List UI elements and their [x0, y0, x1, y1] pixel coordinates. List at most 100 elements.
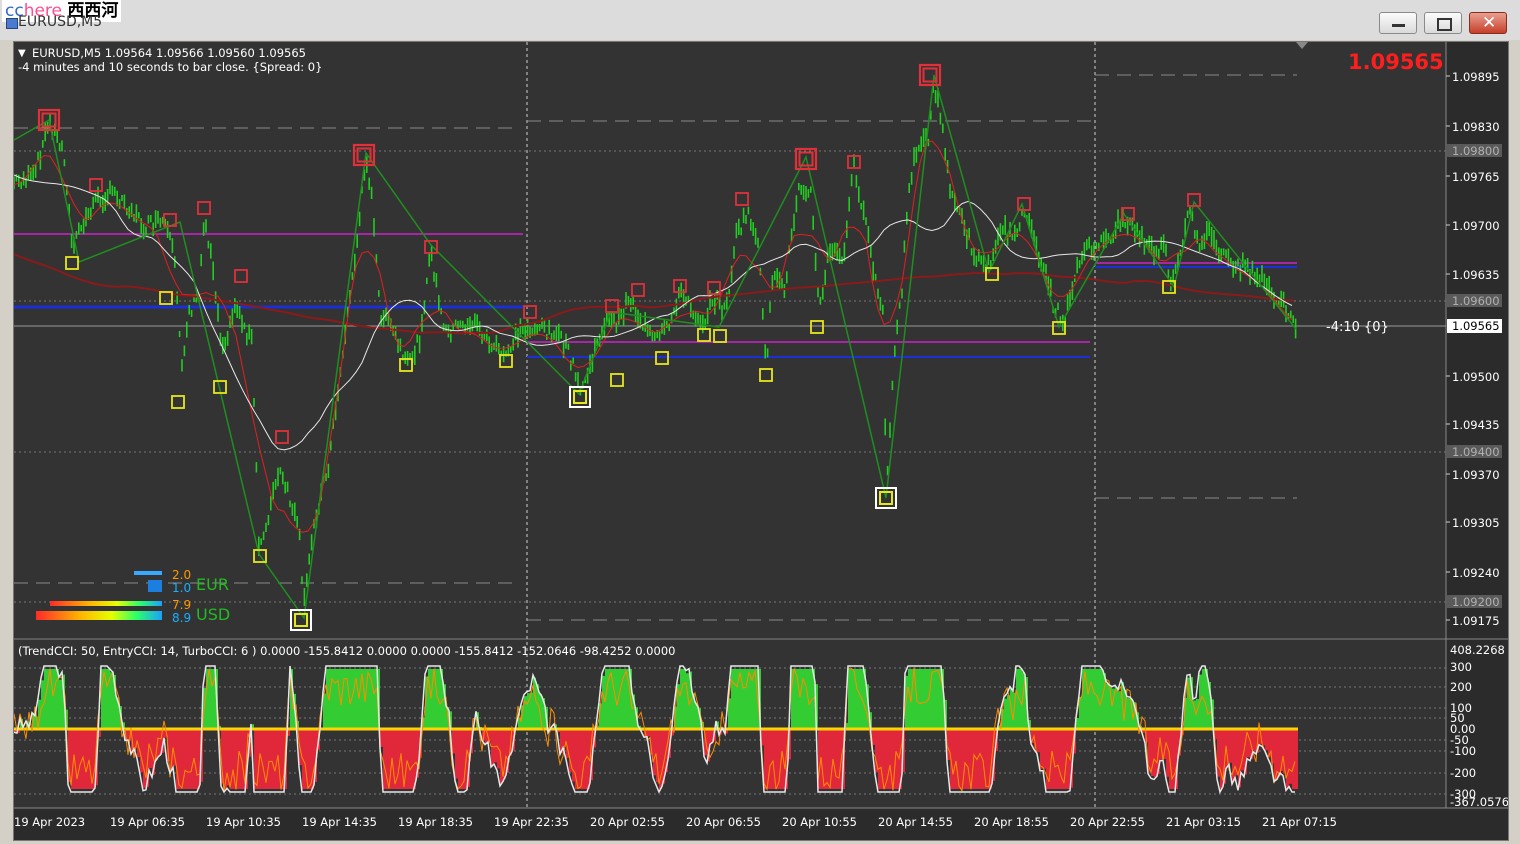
cci-bar	[335, 669, 338, 729]
cci-bar	[1106, 683, 1109, 729]
cci-bar	[809, 669, 812, 729]
time-tick: 19 Apr 18:35	[398, 815, 473, 829]
cci-bar	[371, 669, 374, 729]
time-tick: 19 Apr 10:35	[206, 815, 281, 829]
cci-bar	[188, 729, 191, 789]
cci-bar	[1172, 729, 1175, 789]
chart-frame: ▼ EURUSD,M5 1.09564 1.09566 1.09560 1.09…	[13, 41, 1509, 841]
eur-label: EUR	[196, 575, 229, 594]
cci-bar	[1088, 669, 1091, 729]
cci-bar	[734, 669, 737, 729]
cci-bar	[776, 729, 779, 789]
time-tick: 19 Apr 22:35	[494, 815, 569, 829]
cci-bar	[917, 669, 920, 729]
cci-bar	[86, 729, 89, 789]
time-tick: 19 Apr 06:35	[110, 815, 185, 829]
cci-bar	[53, 669, 56, 729]
cci-bar	[383, 729, 386, 789]
price-tick: 1.09370	[1452, 468, 1500, 482]
cci-bar	[986, 729, 989, 789]
cci-bar	[344, 669, 347, 729]
cci-bar	[1055, 729, 1058, 789]
close-button[interactable]: ✕	[1469, 12, 1507, 34]
time-tick: 20 Apr 10:55	[782, 815, 857, 829]
price-tick: 1.09175	[1452, 614, 1500, 628]
cci-bar	[110, 672, 113, 729]
cci-bar	[935, 669, 938, 729]
cci-bar	[743, 669, 746, 729]
cci-bar	[1118, 691, 1121, 729]
main-chart-pane[interactable]	[14, 42, 1446, 638]
cci-bar	[803, 669, 806, 729]
cci-bar	[770, 729, 773, 789]
cci-bar	[683, 669, 686, 729]
price-tick: 1.09240	[1452, 566, 1500, 580]
cci-bar	[1004, 698, 1007, 729]
close-icon: ✕	[1482, 13, 1497, 33]
minimize-button[interactable]	[1379, 12, 1417, 34]
cci-bar	[158, 729, 161, 756]
indicator-tick: 408.2268	[1450, 643, 1505, 657]
cci-bar	[824, 729, 827, 789]
cci-bar	[1115, 687, 1118, 729]
price-tick: 1.09635	[1452, 268, 1500, 282]
cci-bar	[1091, 669, 1094, 729]
cci-bar	[1295, 729, 1298, 789]
cci-bar	[1037, 729, 1040, 753]
time-tick: 19 Apr 14:35	[302, 815, 377, 829]
cci-bar	[1265, 729, 1268, 751]
cci-bar	[731, 669, 734, 729]
cci-bar	[1043, 729, 1046, 769]
cci-bar	[572, 729, 575, 782]
indicator-tick: -367.0576	[1450, 795, 1508, 809]
cci-bar	[653, 729, 656, 776]
cci-bar	[680, 669, 683, 729]
cci-bar	[374, 669, 377, 729]
eur-strength-value-1: 2.0	[172, 568, 191, 582]
terminal-window: cchere 西西河 EURUSD,M5 ✕ ▼ EURUSD,M5 1.095…	[0, 0, 1520, 844]
cci-bar	[920, 669, 923, 729]
cci-bar	[323, 693, 326, 729]
price-level-label: 1.09600	[1452, 294, 1500, 308]
usd-label: USD	[196, 605, 230, 624]
cci-bar	[461, 729, 464, 789]
maximize-button[interactable]	[1424, 12, 1462, 34]
minimize-icon	[1392, 24, 1405, 27]
cci-bar	[269, 729, 272, 789]
indicator-tick: -100	[1450, 744, 1476, 758]
cci-bar	[953, 729, 956, 789]
cci-bar	[794, 669, 797, 729]
time-tick: 20 Apr 22:55	[1070, 815, 1145, 829]
price-level-label: 1.09800	[1452, 144, 1500, 158]
cci-bar	[827, 729, 830, 789]
cci-bar	[1229, 729, 1232, 763]
time-tick: 21 Apr 03:15	[1166, 815, 1241, 829]
price-tick: 1.09500	[1452, 370, 1500, 384]
cci-bar	[254, 729, 257, 789]
cci-bar	[1286, 729, 1289, 788]
cci-bar	[407, 729, 410, 789]
cci-bar	[1154, 729, 1157, 778]
cci-bar	[452, 729, 455, 754]
current-price-tag: 1.09565	[1452, 319, 1500, 333]
cci-bar	[140, 729, 143, 773]
window-title: EURUSD,M5	[18, 14, 103, 30]
price-tick: 1.09305	[1452, 516, 1500, 530]
chart-canvas[interactable]: ▼ EURUSD,M5 1.09564 1.09566 1.09560 1.09…	[13, 42, 1509, 840]
indicator-tick: -200	[1450, 766, 1476, 780]
bar-countdown: -4:10 {0}	[1326, 320, 1389, 335]
price-tick: 1.09895	[1452, 70, 1500, 84]
cci-bar	[896, 729, 899, 789]
indicator-header: (TrendCCI: 50, EntryCCI: 14, TurboCCI: 6…	[18, 644, 675, 658]
cci-bar	[59, 679, 62, 729]
eur-strength-value-2: 1.0	[172, 581, 191, 595]
cci-bar	[959, 729, 962, 789]
cci-bar	[1253, 729, 1256, 751]
cci-bar	[143, 729, 146, 788]
price-tick: 1.09830	[1452, 120, 1500, 134]
cci-bar	[308, 729, 311, 789]
price-tick: 1.09435	[1452, 418, 1500, 432]
cci-bar	[851, 669, 854, 729]
cci-bar	[185, 729, 188, 789]
cci-bar	[836, 729, 839, 789]
